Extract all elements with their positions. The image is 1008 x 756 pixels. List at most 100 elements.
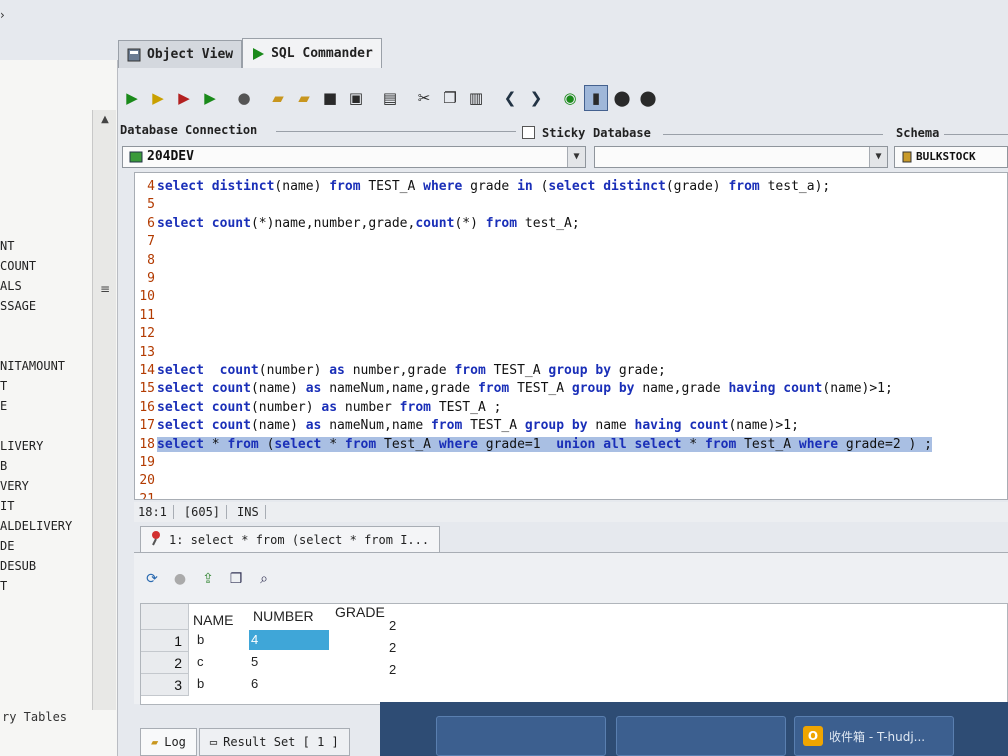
- execute-icon[interactable]: ▶: [120, 85, 144, 111]
- tree-item[interactable]: B: [0, 456, 92, 476]
- tree-item[interactable]: VERY: [0, 476, 92, 496]
- tree-item[interactable]: [0, 316, 92, 336]
- tree-item[interactable]: [0, 336, 92, 356]
- tree-item[interactable]: NT: [0, 236, 92, 256]
- cell-grade[interactable]: 2: [387, 616, 427, 636]
- cell-name[interactable]: b: [195, 630, 245, 650]
- editor-line[interactable]: 7: [135, 232, 1007, 251]
- taskbar-item-mail[interactable]: O 收件箱 - T-hudj...: [794, 716, 954, 756]
- editor-line[interactable]: 16 select count(number) as number from TE…: [135, 398, 1007, 417]
- row-header[interactable]: 1: [141, 630, 189, 652]
- editor-line[interactable]: 12: [135, 324, 1007, 343]
- editor-line[interactable]: 14 select count(number) as number,grade f…: [135, 361, 1007, 380]
- taskbar-item-blank[interactable]: [436, 716, 606, 756]
- editor-status-bar: 18:1 [605] INS: [134, 502, 1008, 522]
- splitter-grip-icon[interactable]: ≡: [97, 282, 113, 298]
- editor-line[interactable]: 6 select count(*)name,number,grade,count(…: [135, 214, 1007, 233]
- tab-sql-commander[interactable]: SQL Commander: [242, 38, 382, 68]
- execute-current-icon[interactable]: ▶: [146, 85, 170, 111]
- taskbar-item-blank-2[interactable]: [616, 716, 786, 756]
- sql-editor[interactable]: 4 select distinct(name) from TEST_A where…: [134, 172, 1008, 500]
- editor-line[interactable]: 17 select count(name) as nameNum,name fro…: [135, 416, 1007, 435]
- editor-line[interactable]: 5: [135, 195, 1007, 214]
- copy-rows-icon[interactable]: ❐: [226, 569, 246, 589]
- cell-name[interactable]: b: [195, 674, 245, 694]
- save-icon[interactable]: ■: [318, 85, 342, 111]
- editor-line[interactable]: 13: [135, 343, 1007, 362]
- tree-item[interactable]: T: [0, 576, 92, 596]
- editor-line[interactable]: 11: [135, 306, 1007, 325]
- execute-explain-icon[interactable]: ▶: [198, 85, 222, 111]
- tree-item[interactable]: T: [0, 376, 92, 396]
- column-header-number[interactable]: NUMBER: [253, 608, 314, 624]
- column-header-name[interactable]: NAME: [193, 612, 233, 628]
- editor-line[interactable]: 21: [135, 490, 1007, 499]
- tab-object-view[interactable]: Object View: [118, 40, 243, 68]
- cell-number[interactable]: 4: [249, 630, 329, 650]
- filter-icon[interactable]: ⌕: [254, 569, 274, 589]
- tree-item[interactable]: ALS: [0, 276, 92, 296]
- cell-number[interactable]: 6: [249, 674, 329, 694]
- editor-line[interactable]: 19: [135, 453, 1007, 472]
- open-file-icon[interactable]: ▰: [266, 85, 290, 111]
- database-alt-icon[interactable]: ⬤: [636, 85, 660, 111]
- tree-item[interactable]: DESUB: [0, 556, 92, 576]
- stop-icon[interactable]: ●: [232, 85, 256, 111]
- database-select[interactable]: ▼: [594, 146, 888, 168]
- cell-name[interactable]: c: [195, 652, 245, 672]
- tree-item[interactable]: COUNT: [0, 256, 92, 276]
- editor-line[interactable]: 10: [135, 287, 1007, 306]
- copy-icon[interactable]: ❐: [438, 85, 462, 111]
- divider: [663, 134, 883, 135]
- commit-icon[interactable]: ◉: [558, 85, 582, 111]
- clipboard-icon[interactable]: ▤: [378, 85, 402, 111]
- tree-item[interactable]: E: [0, 396, 92, 416]
- stop-icon[interactable]: ●: [170, 569, 190, 589]
- tab-result-set[interactable]: ▭ Result Set [ 1 ]: [198, 728, 350, 756]
- open-recent-icon[interactable]: ▰: [292, 85, 316, 111]
- pin-icon[interactable]: [149, 530, 163, 549]
- tree-item[interactable]: SSAGE: [0, 296, 92, 316]
- editor-line[interactable]: 20: [135, 471, 1007, 490]
- cell-number[interactable]: 5: [249, 652, 329, 672]
- result-tab[interactable]: 1: select * from (select * from I...: [140, 526, 440, 552]
- cell-grade[interactable]: 2: [387, 638, 427, 658]
- chevron-down-icon[interactable]: ▼: [567, 147, 585, 167]
- tree-item[interactable]: IT: [0, 496, 92, 516]
- editor-line[interactable]: 4 select distinct(name) from TEST_A where…: [135, 177, 1007, 196]
- play-icon: [251, 47, 265, 61]
- tree-item[interactable]: LIVERY: [0, 436, 92, 456]
- result-grid[interactable]: NAME NUMBER GRADE 1b422c523b62: [140, 603, 1008, 705]
- refresh-icon[interactable]: ⟳: [142, 569, 162, 589]
- tab-log[interactable]: ▰ Log: [140, 728, 197, 756]
- tree-scrollbar[interactable]: ▲ ≡: [92, 110, 116, 710]
- scroll-up-icon[interactable]: ▲: [97, 114, 113, 130]
- row-header[interactable]: 3: [141, 674, 189, 696]
- row-header[interactable]: 2: [141, 652, 189, 674]
- database-icon[interactable]: ⬤: [610, 85, 634, 111]
- export-icon[interactable]: ⇪: [198, 569, 218, 589]
- editor-line[interactable]: 18 select * from (select * from Test_A wh…: [135, 435, 1007, 454]
- cut-icon[interactable]: ✂: [412, 85, 436, 111]
- next-icon[interactable]: ❯: [524, 85, 548, 111]
- tree-item[interactable]: [0, 416, 92, 436]
- tree-bottom-label[interactable]: ry Tables: [2, 710, 67, 724]
- paste-icon[interactable]: ▥: [464, 85, 488, 111]
- auto-commit-icon[interactable]: ▮: [584, 85, 608, 111]
- schema-select[interactable]: BULKSTOCK: [894, 146, 1008, 168]
- tree-item[interactable]: NITAMOUNT: [0, 356, 92, 376]
- chevron-down-icon[interactable]: ▼: [869, 147, 887, 167]
- previous-icon[interactable]: ❮: [498, 85, 522, 111]
- cell-grade[interactable]: 2: [387, 660, 427, 680]
- editor-line[interactable]: 8: [135, 251, 1007, 270]
- column-header-grade[interactable]: GRADE: [335, 604, 385, 620]
- editor-line[interactable]: 9: [135, 269, 1007, 288]
- tree-item[interactable]: ALDELIVERY: [0, 516, 92, 536]
- database-connection-select[interactable]: 204DEV ▼: [122, 146, 586, 168]
- save-as-icon[interactable]: ▣: [344, 85, 368, 111]
- line-number: 12: [139, 326, 155, 342]
- execute-script-icon[interactable]: ▶: [172, 85, 196, 111]
- tree-item[interactable]: DE: [0, 536, 92, 556]
- editor-line[interactable]: 15 select count(name) as nameNum,name,gra…: [135, 379, 1007, 398]
- sticky-checkbox[interactable]: [522, 126, 535, 139]
